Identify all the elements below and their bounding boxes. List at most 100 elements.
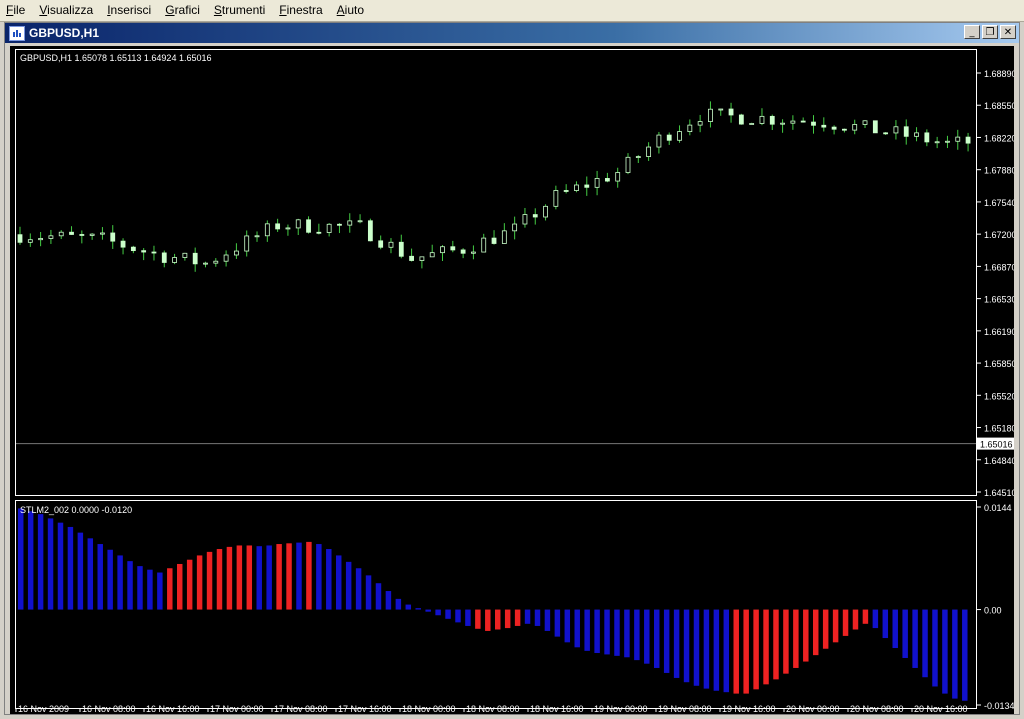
histogram-bar xyxy=(326,549,332,610)
candle-body xyxy=(945,140,950,143)
candle-body xyxy=(955,136,961,142)
histogram-bar xyxy=(276,544,282,610)
histogram-bar xyxy=(355,568,362,610)
minimize-button[interactable]: _ xyxy=(964,25,980,39)
histogram-bar xyxy=(524,609,531,624)
menu-visualizza[interactable]: Visualizza xyxy=(33,0,101,21)
menu-inserisci[interactable]: Inserisci xyxy=(101,0,159,21)
y-tick-label: 1.65850 xyxy=(984,359,1014,369)
x-tick-label: 16 Nov 2009 xyxy=(18,704,69,714)
y-tick-label: 1.66190 xyxy=(984,327,1014,337)
histogram-bar xyxy=(882,609,889,639)
candle-body xyxy=(295,219,301,229)
y-tick-label: 1.67540 xyxy=(984,198,1014,208)
y-tick-label: 1.66870 xyxy=(984,262,1014,272)
candle-body xyxy=(965,136,971,144)
x-tick-label: 17 Nov 00:00 xyxy=(210,704,264,714)
histogram-bar xyxy=(475,609,481,629)
histogram-bar xyxy=(514,609,521,626)
candle-body xyxy=(666,134,672,141)
chart-window: GBPUSD,H1 _ ❐ ✕ 1.68890 1.68550 1.68220 1.6… xyxy=(4,22,1020,715)
histogram-bar xyxy=(18,508,24,610)
candle-body xyxy=(100,232,105,235)
candle-body xyxy=(625,156,631,173)
chart-area[interactable]: 1.68890 1.68550 1.68220 1.67880 1.67540 1.672… xyxy=(10,46,1017,719)
histogram-bar xyxy=(415,608,421,610)
histogram-bar xyxy=(624,609,630,658)
candle-body xyxy=(182,252,188,258)
histogram-bar xyxy=(852,609,859,630)
histogram-bar xyxy=(892,609,898,649)
candle-body xyxy=(450,246,456,251)
histogram-bar xyxy=(196,555,203,610)
histogram-bar xyxy=(644,609,650,664)
close-button[interactable]: ✕ xyxy=(1000,25,1016,39)
window-titlebar[interactable]: GBPUSD,H1 _ ❐ ✕ xyxy=(5,23,1019,43)
menu-strumenti[interactable]: Strumenti xyxy=(208,0,273,21)
candle-body xyxy=(275,223,281,230)
histogram-bar xyxy=(554,609,561,637)
x-tick-label: 17 Nov 16:00 xyxy=(338,704,392,714)
histogram-bar xyxy=(236,545,243,610)
x-tick-label: 16 Nov 16:00 xyxy=(146,704,200,714)
histogram-bar xyxy=(703,609,710,689)
candle-body xyxy=(574,184,579,191)
candle-body xyxy=(543,205,548,218)
histogram-bar xyxy=(495,609,501,630)
y-tick-label: 1.68220 xyxy=(984,133,1014,143)
histogram-bar xyxy=(256,546,262,610)
histogram-bar xyxy=(365,575,372,610)
price-chart-svg[interactable]: 1.68890 1.68550 1.68220 1.67880 1.67540 1.672… xyxy=(10,46,1017,714)
histogram-bar xyxy=(306,541,312,610)
candle-body xyxy=(141,250,147,253)
candle-body xyxy=(924,132,930,143)
histogram-bar xyxy=(862,609,869,624)
histogram-bar xyxy=(564,609,571,643)
candle-body xyxy=(800,120,806,123)
histogram-bar xyxy=(504,609,511,629)
candle-body xyxy=(811,121,816,126)
candle-body xyxy=(656,134,662,148)
histogram-bar xyxy=(733,609,739,694)
candle-body xyxy=(532,214,538,218)
candle-body xyxy=(769,115,775,125)
histogram-bar xyxy=(395,598,402,610)
candle-body xyxy=(151,251,157,254)
histogram-bar xyxy=(266,545,272,610)
candle-body xyxy=(790,120,796,124)
candle-body xyxy=(337,223,342,226)
candle-body xyxy=(594,178,600,188)
candle-body xyxy=(893,126,899,134)
histogram-bar xyxy=(952,609,958,699)
main-chart-label: GBPUSD,H1 1.65078 1.65113 1.64924 1.6501… xyxy=(20,53,211,63)
restore-button[interactable]: ❐ xyxy=(982,25,998,39)
histogram-bar xyxy=(753,609,759,690)
candle-body xyxy=(419,256,425,261)
candle-body xyxy=(192,252,198,265)
candle-body xyxy=(79,234,85,236)
menu-file[interactable]: File xyxy=(0,0,33,21)
menu-grafici[interactable]: Grafici xyxy=(159,0,208,21)
candle-body xyxy=(862,120,868,125)
indicator-y-tick-label: 0.0144 xyxy=(984,503,1012,513)
candle-body xyxy=(635,156,641,158)
x-tick-label: 18 Nov 16:00 xyxy=(530,704,584,714)
candle-body xyxy=(285,227,291,230)
candle-body xyxy=(677,131,682,141)
candle-body xyxy=(429,252,435,258)
histogram-bar xyxy=(783,609,789,674)
candle-body xyxy=(708,108,713,122)
histogram-bar xyxy=(97,544,103,610)
candle-body xyxy=(58,231,64,237)
histogram-bar xyxy=(872,609,879,629)
histogram-bar xyxy=(37,514,44,610)
menu-bar: File Visualizza Inserisci Grafici Strumenti F… xyxy=(0,0,1024,22)
menu-aiuto[interactable]: Aiuto xyxy=(331,0,372,21)
candle-body xyxy=(378,240,384,248)
y-tick-label: 1.68550 xyxy=(984,101,1014,111)
histogram-bar xyxy=(693,609,700,686)
y-tick-label: 1.64840 xyxy=(984,456,1014,466)
menu-finestra[interactable]: Finestra xyxy=(273,0,330,21)
candle-body xyxy=(759,115,765,124)
histogram-bar xyxy=(654,609,660,668)
